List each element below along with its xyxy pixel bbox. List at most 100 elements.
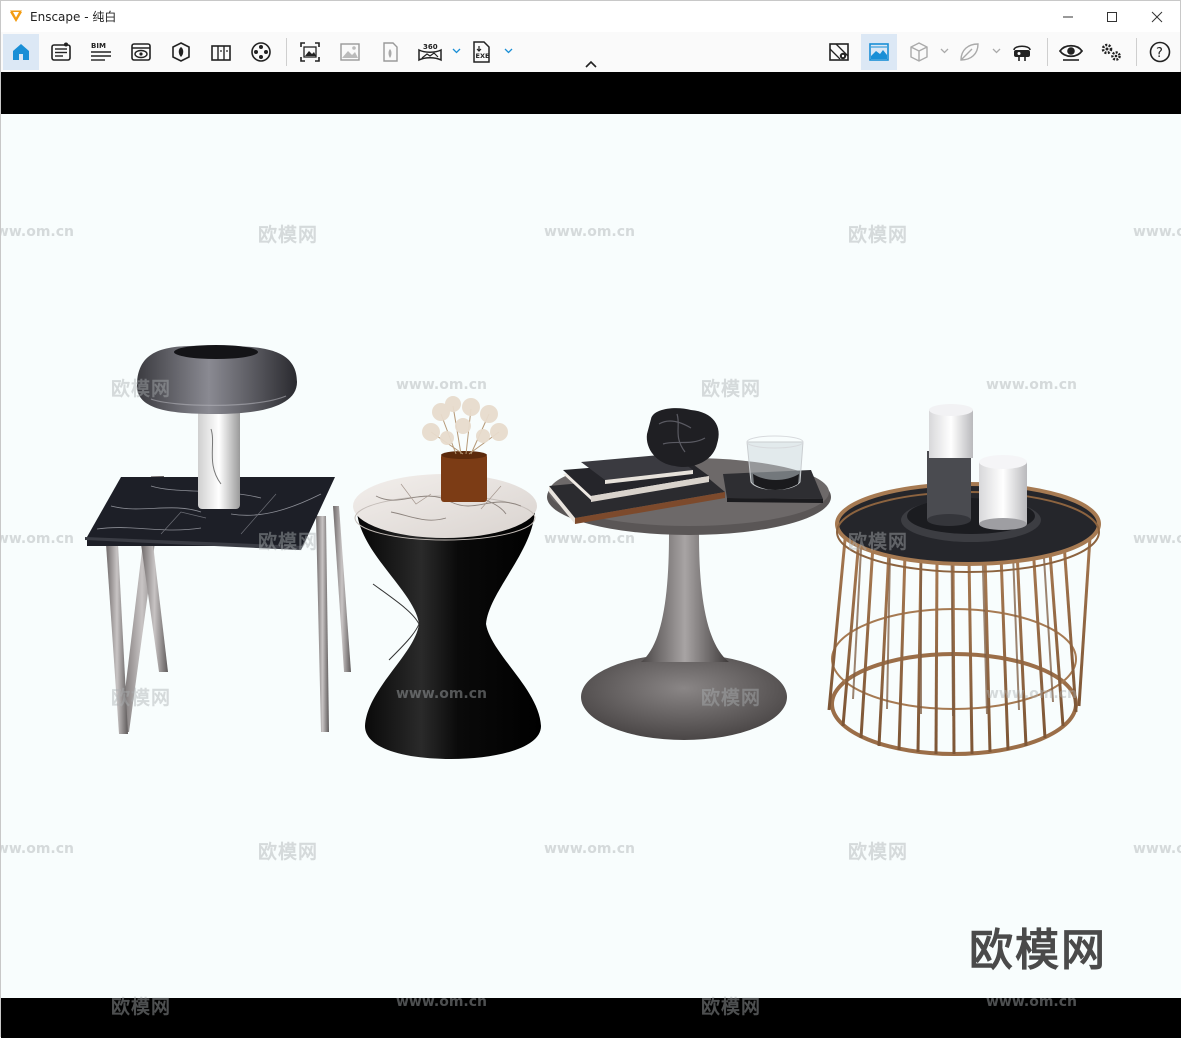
visibility-panel-icon: [131, 43, 151, 61]
chevron-up-icon: [585, 60, 597, 68]
watermark-brand: 欧模网: [258, 224, 319, 246]
bim-button[interactable]: BIM: [83, 34, 119, 70]
watermark-brand: 欧模网: [848, 841, 909, 863]
asset-library-icon: [172, 42, 190, 62]
chevron-down-icon: [992, 48, 1000, 54]
panorama-360-button[interactable]: 360: [412, 34, 448, 70]
svg-text:?: ?: [1156, 46, 1163, 61]
screenshot-icon: [300, 42, 320, 62]
watermark-brand: 欧模网: [848, 531, 909, 553]
leaf-icon: [960, 43, 979, 61]
toolbar-separator: [1136, 38, 1137, 66]
watermark-url: www.om.cn: [396, 686, 488, 702]
screenshot-button[interactable]: [292, 34, 328, 70]
watermark-url: www.om.cn: [544, 531, 636, 547]
export-exe-icon: EXE: [473, 41, 490, 63]
home-icon: [13, 44, 29, 60]
watermark-brand: 欧模网: [111, 687, 172, 709]
watermark-url: www.om.cn: [1, 531, 75, 547]
maximize-button[interactable]: [1089, 1, 1135, 32]
close-button[interactable]: [1134, 1, 1180, 32]
leaf-button[interactable]: [951, 34, 987, 70]
watermark-url: www.om.cn: [396, 994, 488, 1010]
cube-icon: [910, 42, 928, 62]
rendered-scene: [85, 345, 1101, 759]
watermark-url: www.om.cn: [1, 224, 75, 240]
bim-icon: BIM: [91, 42, 111, 61]
svg-text:BIM: BIM: [91, 42, 106, 50]
asset-library-button[interactable]: [163, 34, 199, 70]
help-button[interactable]: ?: [1142, 34, 1178, 70]
material-editor-icon: [211, 45, 231, 61]
eye-icon: [1059, 44, 1083, 61]
watermark-url: www.om.cn: [1133, 531, 1181, 547]
watermark-url: www.om.cn: [986, 377, 1078, 393]
round-tulip-table: [547, 408, 831, 740]
minimize-icon: [1063, 16, 1073, 17]
eye-button[interactable]: [1053, 34, 1089, 70]
title-bar: Enscape - 纯白: [1, 1, 1180, 32]
watermark-brand: 欧模网: [111, 378, 172, 400]
watermark-brand: 欧模网: [701, 378, 762, 400]
chevron-down-icon: [940, 48, 948, 54]
enscape-window: Enscape - 纯白 BIM 360 EXE ? ww.om.cn 欧模网 …: [0, 0, 1181, 1038]
vr-headset-button[interactable]: [1004, 34, 1040, 70]
help-icon: ?: [1149, 41, 1171, 63]
watermark-brand: 欧模网: [258, 841, 319, 863]
video-editor-button[interactable]: [243, 34, 279, 70]
svg-text:360: 360: [423, 43, 438, 51]
collapse-toolbar-button[interactable]: [581, 56, 601, 72]
chevron-down-icon: [452, 48, 460, 54]
watermark-brand: 欧模网: [258, 531, 319, 553]
panorama-360-icon: 360: [418, 43, 442, 62]
panorama-dropdown[interactable]: [451, 44, 461, 58]
settings-gears-icon: [1101, 43, 1121, 61]
toolbar-separator: [1047, 38, 1048, 66]
window-title: Enscape - 纯白: [30, 10, 117, 24]
cube-button[interactable]: [901, 34, 937, 70]
watermark-brand: 欧模网: [848, 224, 909, 246]
views-list-icon: [51, 42, 71, 61]
close-icon: [1151, 11, 1163, 22]
export-exe-button[interactable]: EXE: [464, 34, 500, 70]
watermark-url: www.om.cn: [986, 686, 1078, 702]
watermark-brand: 欧模网: [701, 996, 762, 1018]
batch-render-icon: [340, 43, 360, 61]
video-editor-icon: [251, 42, 271, 62]
watermark-brand: 欧模网: [701, 687, 762, 709]
material-editor-button[interactable]: [203, 34, 239, 70]
watermark-url: www.om.cn: [1, 841, 75, 857]
chevron-down-icon: [504, 48, 512, 54]
watermark-url: www.om.cn: [396, 377, 488, 393]
watermark-url: www.om.cn: [544, 224, 636, 240]
toolbar-separator: [286, 38, 287, 66]
batch-render-button[interactable]: [332, 34, 368, 70]
views-button[interactable]: [43, 34, 79, 70]
svg-text:EXE: EXE: [476, 52, 490, 60]
web-standalone-icon: [383, 42, 398, 62]
capture-view-icon: [869, 43, 889, 61]
web-standalone-button[interactable]: [372, 34, 408, 70]
leaf-dropdown[interactable]: [991, 44, 1001, 58]
watermark-brand: 欧模网: [111, 996, 172, 1018]
watermark-url: www.om.cn: [986, 994, 1078, 1010]
letterbox-bottom: 欧模网 www.om.cn 欧模网 www.om.cn: [1, 994, 1181, 1038]
watermark-url: www.om.cn: [544, 841, 636, 857]
home-button[interactable]: [3, 34, 39, 70]
render-viewport[interactable]: 欧模网 www.om.cn 欧模网 www.om.cn www.om.cn 欧模…: [1, 114, 1181, 998]
hourglass-side-table: [353, 396, 541, 759]
minimize-button[interactable]: [1045, 1, 1091, 32]
enscape-logo-icon: [10, 10, 22, 22]
cube-dropdown[interactable]: [939, 44, 949, 58]
maximize-icon: [1107, 11, 1117, 22]
settings-button[interactable]: [1093, 34, 1129, 70]
export-dropdown[interactable]: [503, 44, 513, 58]
letterbox-top: [1, 72, 1181, 114]
map-icon: [829, 43, 849, 61]
visibility-button[interactable]: [123, 34, 159, 70]
capture-view-button[interactable]: [861, 34, 897, 70]
map-button[interactable]: [821, 34, 857, 70]
vr-headset-icon: [1013, 45, 1031, 61]
watermark-url: www.om.cn: [1133, 224, 1181, 240]
watermark-logo-large: 欧模网: [969, 925, 1107, 976]
